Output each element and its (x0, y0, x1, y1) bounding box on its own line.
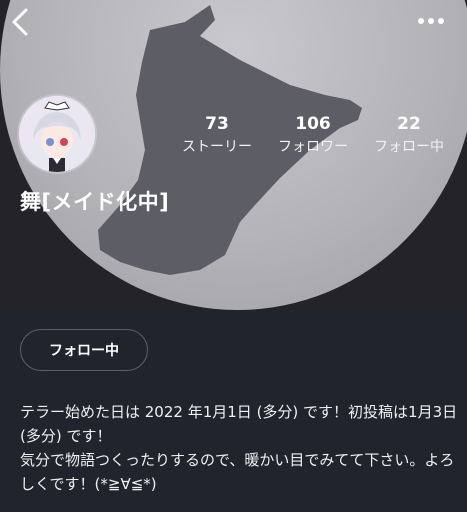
back-button[interactable] (6, 6, 34, 38)
profile-bio: テラー始めた日は 2022 年1月1日 (多分) です！初投稿は1月3日 (多分… (20, 400, 460, 496)
following-label: フォロー中 (374, 139, 444, 155)
stories-count: 73 (205, 114, 229, 134)
followers-count: 106 (295, 114, 331, 134)
following-button[interactable]: フォロー中 (20, 329, 148, 371)
back-chevron-icon (12, 8, 28, 36)
avatar[interactable] (19, 96, 95, 172)
stories-label: ストーリー (182, 139, 252, 155)
stat-followers[interactable]: 106 フォロワー (263, 113, 363, 157)
bio-line-2: 気分で物語つくったりするので、暖かい目でみてて下さい。よろしくです！(*≧∀≦*… (20, 451, 455, 493)
more-dots-icon (418, 18, 444, 24)
stat-stories[interactable]: 73 ストーリー (167, 113, 267, 157)
maid-girl-avatar-icon (19, 96, 95, 172)
bio-line-1: テラー始めた日は 2022 年1月1日 (多分) です！初投稿は1月3日 (多分… (20, 403, 458, 445)
stat-following[interactable]: 22 フォロー中 (359, 113, 459, 157)
profile-name: 舞[メイド化中] (20, 190, 170, 214)
more-button[interactable] (414, 10, 448, 32)
followers-label: フォロワー (278, 139, 348, 155)
following-count: 22 (397, 114, 421, 134)
profile-header: 73 ストーリー 106 フォロワー 22 フォロー中 舞[メイド化中] (0, 0, 467, 310)
